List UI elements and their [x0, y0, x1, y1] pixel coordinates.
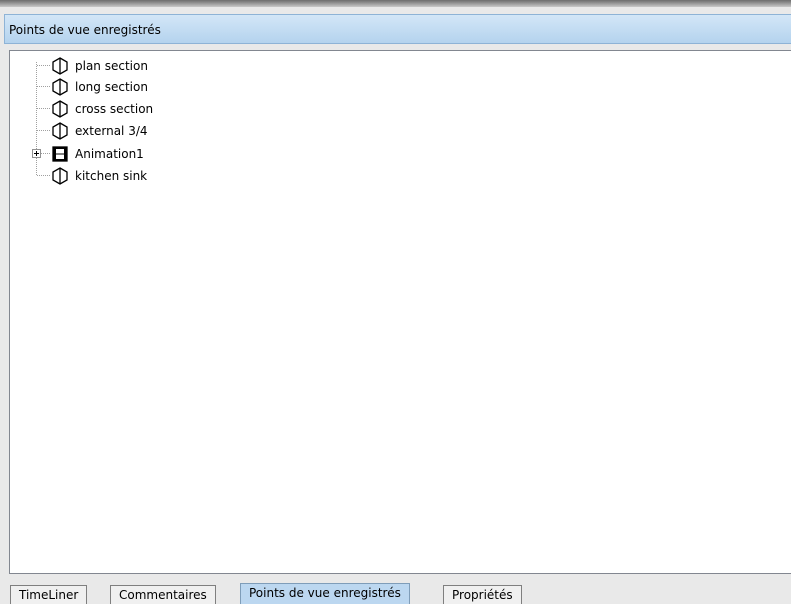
tree-item-label: kitchen sink	[75, 169, 148, 183]
tab-label: TimeLiner	[19, 588, 79, 602]
tab-label: Points de vue enregistrés	[249, 586, 401, 600]
tab-timeliner[interactable]: TimeLiner	[10, 585, 88, 604]
viewpoint-icon	[52, 78, 68, 96]
viewpoints-tree[interactable]: plan section long section cross section …	[9, 50, 791, 574]
animation-film-icon	[52, 146, 68, 162]
viewpoint-icon	[52, 167, 68, 185]
window-top-edge	[0, 0, 791, 7]
tree-item-label: long section	[75, 80, 148, 94]
tree-item-label: external 3/4	[75, 124, 148, 138]
tree-item-cross-section[interactable]: cross section	[50, 100, 154, 118]
tree-item-plan-section[interactable]: plan section	[50, 57, 149, 75]
tree-item-long-section[interactable]: long section	[50, 78, 149, 96]
tree-item-kitchen-sink[interactable]: kitchen sink	[50, 167, 148, 185]
tab-saved-viewpoints[interactable]: Points de vue enregistrés	[240, 583, 410, 604]
tree-item-label: Animation1	[75, 147, 144, 161]
tree-item-animation1[interactable]: Animation1	[50, 145, 145, 163]
viewpoint-icon	[52, 122, 68, 140]
tree-item-external-3-4[interactable]: external 3/4	[50, 122, 149, 140]
tab-commentaires[interactable]: Commentaires	[110, 585, 216, 604]
tree-item-label: plan section	[75, 59, 148, 73]
panel-header: Points de vue enregistrés	[4, 14, 791, 44]
expand-animation-button[interactable]	[32, 149, 41, 158]
saved-viewpoints-window: Points de vue enregistrés plan section l…	[0, 0, 791, 604]
tab-label: Commentaires	[119, 588, 207, 602]
panel-title: Points de vue enregistrés	[9, 23, 161, 37]
tree-item-label: cross section	[75, 102, 154, 116]
tab-proprietes[interactable]: Propriétés	[443, 585, 522, 604]
viewpoint-icon	[52, 57, 68, 75]
viewpoint-icon	[52, 100, 68, 118]
bottom-tab-strip: TimeLiner Commentaires Points de vue enr…	[0, 578, 791, 604]
tab-label: Propriétés	[452, 588, 513, 602]
